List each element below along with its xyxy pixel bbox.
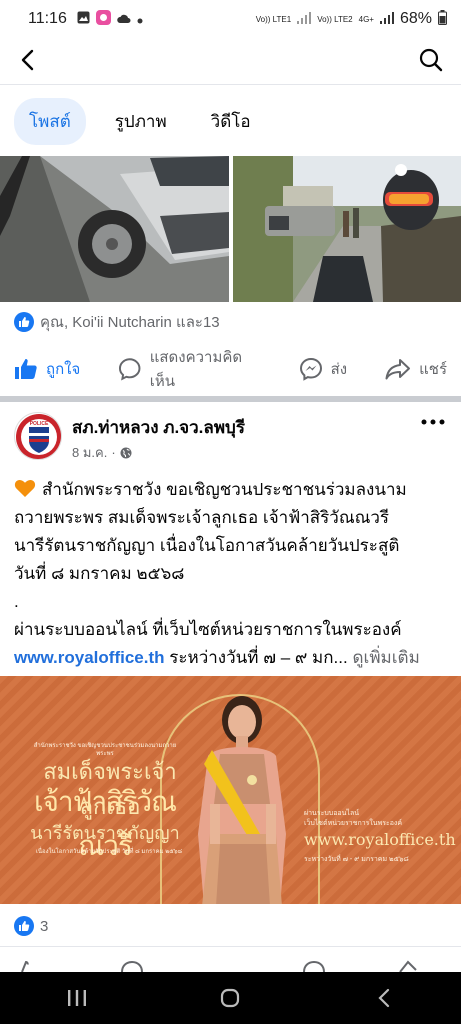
post-text: สำนักพระราชวัง ขอเชิญชวนประชาชนร่วมลงนาม… [14, 476, 450, 672]
post-photo-car-tire[interactable] [0, 156, 229, 302]
post-date[interactable]: 8 ม.ค. [72, 442, 107, 463]
share-label: แชร์ [419, 361, 447, 378]
share-button[interactable]: แชร์ [385, 357, 447, 381]
sim2-label: Vo)) LTE2 [317, 15, 352, 24]
post-actions: ถูกใจ แสดงความคิดเห็น ส่ง แชร์ [0, 349, 461, 390]
battery-icon [438, 10, 447, 28]
avatar-police-text: POLICE [30, 421, 49, 427]
network-label: 4G+ [359, 15, 374, 24]
sim1-text: Vo)) LTE1 [255, 14, 292, 24]
post-text-line-6: ผ่านระบบออนไลน์ ที่เว็บไซต์หน่วยราชการใน… [14, 620, 402, 639]
car-tire-illustration [0, 156, 229, 302]
like-reaction-icon [14, 312, 34, 332]
orange-heart-icon [14, 479, 36, 497]
back-button[interactable] [12, 44, 44, 76]
share-arrow-icon [385, 359, 411, 380]
like-reaction-icon [14, 916, 34, 936]
like-button[interactable]: ถูกใจ [14, 357, 80, 381]
reaction-count: 3 [40, 917, 49, 935]
system-back-button[interactable] [354, 978, 414, 1018]
home-icon [221, 988, 240, 1008]
post-text-line-3: นารีรัตนราชกัญญา เนื่องในโอกาสวันคล้ายวั… [14, 536, 400, 555]
home-button[interactable] [200, 978, 260, 1018]
page-name[interactable]: สภ.ท่าหลวง ภ.จว.ลพบุรี [72, 414, 245, 441]
thumbs-up-icon [15, 359, 37, 379]
meta-separator: · [111, 445, 116, 460]
system-navigation-bar [0, 972, 461, 1024]
banner-right-caption3: ระหว่างวันที่ ๗ - ๙ มกราคม ๒๕๖๘ [304, 856, 409, 863]
send-label: ส่ง [330, 361, 348, 378]
post-separator [0, 396, 461, 402]
comment-icon [119, 358, 141, 381]
post-text-line-1: สำนักพระราชวัง ขอเชิญชวนประชาชนร่วมลงนาม [14, 476, 450, 504]
search-icon [419, 48, 443, 72]
tab-videos[interactable]: วิดีโอ [196, 98, 266, 145]
reactions-names: คุณ, Koi'ii Nutcharin และ13 [40, 314, 220, 331]
status-time: 11:16 [28, 10, 67, 27]
tab-posts[interactable]: โพสต์ [14, 98, 86, 145]
second-post-reactions[interactable]: 3 [14, 916, 48, 936]
recent-apps-button[interactable] [47, 978, 107, 1018]
like-label: ถูกใจ [46, 361, 81, 378]
content-tabs: โพสต์ รูปภาพ วิดีโอ [14, 98, 266, 145]
search-button[interactable] [415, 44, 447, 76]
globe-icon [120, 447, 132, 458]
first-post-reactions[interactable]: คุณ, Koi'ii Nutcharin และ13 [14, 310, 220, 334]
status-bar: 11:16 Vo)) LTE1 Vo)) LTE2 4G+ 68% [0, 0, 461, 38]
comment-label: แสดงความคิดเห็น [149, 349, 243, 390]
post-photo-officer-selfie[interactable] [233, 156, 461, 302]
see-more-link[interactable]: ดูเพิ่มเติม [352, 648, 419, 667]
recent-apps-icon [67, 990, 86, 1006]
signal1-icon [297, 11, 312, 27]
banner-title-line3: นารีรัตนราชกัญญา [30, 823, 180, 844]
chevron-left-icon [21, 49, 34, 71]
post-banner-image[interactable]: สำนักพระราชวัง ขอเชิญชวนประชาชนร่วมลงนาม… [0, 676, 461, 904]
more-options-button[interactable] [418, 412, 448, 432]
back-chevron-icon [378, 988, 390, 1008]
page-avatar[interactable]: POLICE [14, 412, 62, 460]
top-navigation [0, 38, 461, 82]
actions-peek-icons [21, 960, 417, 972]
post-text-line-7: www.royaloffice.th ระหว่างวันที่ ๗ – ๙ ม… [14, 644, 450, 672]
network-text: 4G+ [358, 14, 374, 24]
reactions-divider [0, 946, 461, 947]
cloud-icon [117, 11, 131, 28]
dot-icon [137, 11, 143, 28]
tab-photos[interactable]: รูปภาพ [100, 98, 182, 145]
post-text-line-5: . [14, 592, 19, 611]
post-text-tail: ระหว่างวันที่ ๗ – ๙ มก... [164, 648, 348, 667]
selfie-illustration [233, 156, 461, 302]
banner-right-url: www.royaloffice.th [304, 830, 456, 849]
banner-subline: เนื่องในโอกาสวันคล้ายวันประสูติ วันที่ ๘… [35, 849, 183, 855]
messenger-icon [299, 357, 322, 381]
second-post-actions-peek [0, 958, 461, 972]
police-logo-icon: POLICE [16, 414, 61, 459]
more-dots-icon [421, 419, 445, 425]
gallery-icon [77, 11, 90, 28]
post-text-line-1-text: สำนักพระราชวัง ขอเชิญชวนประชาชนร่วมลงนาม [42, 480, 407, 499]
post-meta: 8 ม.ค. · [72, 442, 132, 463]
first-post-photos [0, 156, 461, 302]
signal2-icon [379, 11, 394, 27]
royal-office-link[interactable]: www.royaloffice.th [14, 648, 165, 667]
app-notification-icon [95, 9, 111, 29]
sim2-text: Vo)) LTE2 [317, 14, 353, 24]
princess-portrait [198, 696, 286, 904]
send-button[interactable]: ส่ง [299, 357, 347, 381]
sim1-label: Vo)) LTE1 [256, 15, 291, 24]
header-divider [0, 84, 461, 85]
post-header: POLICE สภ.ท่าหลวง ภ.จว.ลพบุรี 8 ม.ค. · [14, 410, 448, 464]
battery-percent: 68% [399, 10, 432, 27]
post-text-line-4: วันที่ ๘ มกราคม ๒๕๖๘ [14, 564, 185, 583]
post-text-line-2: ถวายพระพร สมเด็จพระเจ้าลูกเธอ เจ้าฟ้าสิร… [14, 508, 390, 527]
banner-right-caption2: เว็บไซต์หน่วยราชการในพระองค์ [304, 820, 403, 827]
comment-button[interactable]: แสดงความคิดเห็น [118, 345, 264, 393]
